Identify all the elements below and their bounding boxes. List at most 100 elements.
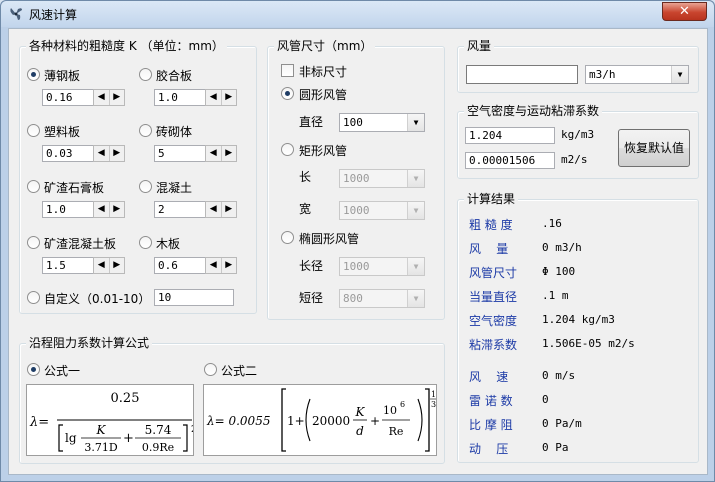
main-window: 风速计算 ✕ 各种材料的粗糙度 K （单位：mm） 薄钢板 0.16 ◀ ▶ 胶合… xyxy=(0,0,715,482)
material-value-5[interactable]: 2 xyxy=(154,201,206,218)
chevron-down-icon: ▼ xyxy=(407,114,424,131)
material-value-2[interactable]: 0.03 xyxy=(42,145,94,162)
formula-1-d2: 0.9Re xyxy=(142,441,174,454)
formula-1-label: 公式一 xyxy=(44,364,81,378)
result-label-reynolds: 雷 诺 数 xyxy=(469,394,513,408)
title-bar[interactable]: 风速计算 ✕ xyxy=(1,1,714,27)
material-label-2: 塑料板 xyxy=(44,125,81,139)
formula-2-exp-den: 3 xyxy=(431,400,436,409)
formula-1-plus: + xyxy=(123,431,134,446)
spin-left-icon[interactable]: ◀ xyxy=(94,202,110,217)
radio-material-5[interactable] xyxy=(139,180,152,193)
nonstandard-checkbox[interactable] xyxy=(281,64,294,77)
radio-material-1[interactable] xyxy=(139,68,152,81)
radio-material-2[interactable] xyxy=(27,124,40,137)
material-value-3[interactable]: 5 xyxy=(154,145,206,162)
fan-icon xyxy=(10,8,22,20)
spin-right-icon[interactable]: ▶ xyxy=(222,146,237,161)
radio-formula-1[interactable] xyxy=(27,363,40,376)
formula-1-numerator: 0.25 xyxy=(111,391,140,406)
spin-left-icon[interactable]: ◀ xyxy=(94,146,110,161)
material-value-1[interactable]: 1.0 xyxy=(154,89,206,106)
air-props-legend: 空气密度与运动粘滞系数 xyxy=(464,104,603,118)
radio-material-3[interactable] xyxy=(139,124,152,137)
viscosity-input[interactable]: 0.00001506 xyxy=(465,152,555,169)
close-button[interactable]: ✕ xyxy=(662,2,707,21)
spin-left-icon[interactable]: ◀ xyxy=(206,90,222,105)
airflow-unit-select[interactable]: m3/h ▼ xyxy=(585,65,689,84)
width-label: 宽 xyxy=(299,202,312,216)
result-label-friction: 比 摩 阻 xyxy=(469,418,513,432)
custom-value[interactable]: 10 xyxy=(154,289,234,306)
length-value: 1000 xyxy=(343,172,370,185)
material-label-1: 胶合板 xyxy=(156,69,193,83)
radio-formula-2[interactable] xyxy=(204,363,217,376)
material-value-4[interactable]: 1.0 xyxy=(42,201,94,218)
radio-material-0[interactable] xyxy=(27,68,40,81)
result-label-duct-size: 风管尺寸 xyxy=(469,266,518,280)
formula-2-ten-exp: 6 xyxy=(400,400,405,409)
material-label-6: 矿渣混凝土板 xyxy=(44,237,117,251)
radio-material-4[interactable] xyxy=(27,180,40,193)
formula-2-d: d xyxy=(356,424,364,438)
spin-right-icon[interactable]: ▶ xyxy=(222,90,237,105)
formula-1-image[interactable]: λ= 0.25 2 lg K 3.71D + 5.74 0.9Re xyxy=(26,384,194,456)
custom-label: 自定义（0.01-10） xyxy=(44,292,151,306)
material-value-6[interactable]: 1.5 xyxy=(42,257,94,274)
spin-right-icon[interactable]: ▶ xyxy=(110,90,125,105)
material-value-0[interactable]: 0.16 xyxy=(42,89,94,106)
material-spin-1[interactable]: ◀ ▶ xyxy=(205,89,237,106)
spin-left-icon[interactable]: ◀ xyxy=(206,202,222,217)
material-label-5: 混凝土 xyxy=(156,181,193,195)
formula-1-exponent: 2 xyxy=(191,425,193,435)
radio-round-duct[interactable] xyxy=(281,87,294,100)
chevron-down-icon: ▼ xyxy=(407,202,424,219)
spin-right-icon[interactable]: ▶ xyxy=(222,202,237,217)
chevron-down-icon: ▼ xyxy=(671,66,688,83)
radio-rect-duct[interactable] xyxy=(281,143,294,156)
diameter-select[interactable]: 100 ▼ xyxy=(339,113,425,132)
viscosity-unit: m2/s xyxy=(561,153,588,166)
spin-left-icon[interactable]: ◀ xyxy=(94,258,110,273)
result-label-dynamic-pressure: 动 压 xyxy=(469,442,509,456)
formula-1-n2: 5.74 xyxy=(145,423,172,437)
radio-custom[interactable] xyxy=(27,291,40,304)
chevron-down-icon: ▼ xyxy=(407,170,424,187)
formula-2-image[interactable]: λ= 0.0055 1+ 20000 K d + 10 6 Re 1 3 xyxy=(203,384,437,456)
material-spin-5[interactable]: ◀ ▶ xyxy=(205,201,237,218)
reset-defaults-button[interactable]: 恢复默认值 xyxy=(618,129,690,167)
material-spin-4[interactable]: ◀ ▶ xyxy=(93,201,125,218)
formula-2-coeff: 20000 xyxy=(312,414,350,428)
material-spin-7[interactable]: ◀ ▶ xyxy=(205,257,237,274)
diameter-value: 100 xyxy=(343,116,363,129)
spin-left-icon[interactable]: ◀ xyxy=(94,90,110,105)
spin-left-icon[interactable]: ◀ xyxy=(206,258,222,273)
material-spin-0[interactable]: ◀ ▶ xyxy=(93,89,125,106)
radio-oval-duct[interactable] xyxy=(281,231,294,244)
radio-material-7[interactable] xyxy=(139,236,152,249)
material-spin-3[interactable]: ◀ ▶ xyxy=(205,145,237,162)
result-value-density: 1.204 kg/m3 xyxy=(542,313,615,326)
length-select: 1000 ▼ xyxy=(339,169,425,188)
formula-2-k: K xyxy=(355,405,366,419)
spin-right-icon[interactable]: ▶ xyxy=(110,146,125,161)
spin-right-icon[interactable]: ▶ xyxy=(110,258,125,273)
material-label-3: 砖砌体 xyxy=(156,125,193,139)
material-spin-2[interactable]: ◀ ▶ xyxy=(93,145,125,162)
result-value-viscosity: 1.506E-05 m2/s xyxy=(542,337,635,350)
material-value-7[interactable]: 0.6 xyxy=(154,257,206,274)
density-input[interactable]: 1.204 xyxy=(465,127,555,144)
oval-duct-label: 椭圆形风管 xyxy=(299,232,360,246)
airflow-input[interactable] xyxy=(466,65,578,84)
spin-right-icon[interactable]: ▶ xyxy=(222,258,237,273)
radio-material-6[interactable] xyxy=(27,236,40,249)
material-spin-6[interactable]: ◀ ▶ xyxy=(93,257,125,274)
reset-defaults-label: 恢复默认值 xyxy=(623,141,684,155)
nonstandard-label: 非标尺寸 xyxy=(299,65,348,79)
duct-legend: 风管尺寸（mm） xyxy=(274,39,376,53)
formula-2-lead: λ= 0.0055 xyxy=(206,414,270,428)
spin-left-icon[interactable]: ◀ xyxy=(206,146,222,161)
result-label-roughness: 粗 糙 度 xyxy=(469,218,513,232)
result-value-equiv-diameter: .1 m xyxy=(542,289,569,302)
spin-right-icon[interactable]: ▶ xyxy=(110,202,125,217)
